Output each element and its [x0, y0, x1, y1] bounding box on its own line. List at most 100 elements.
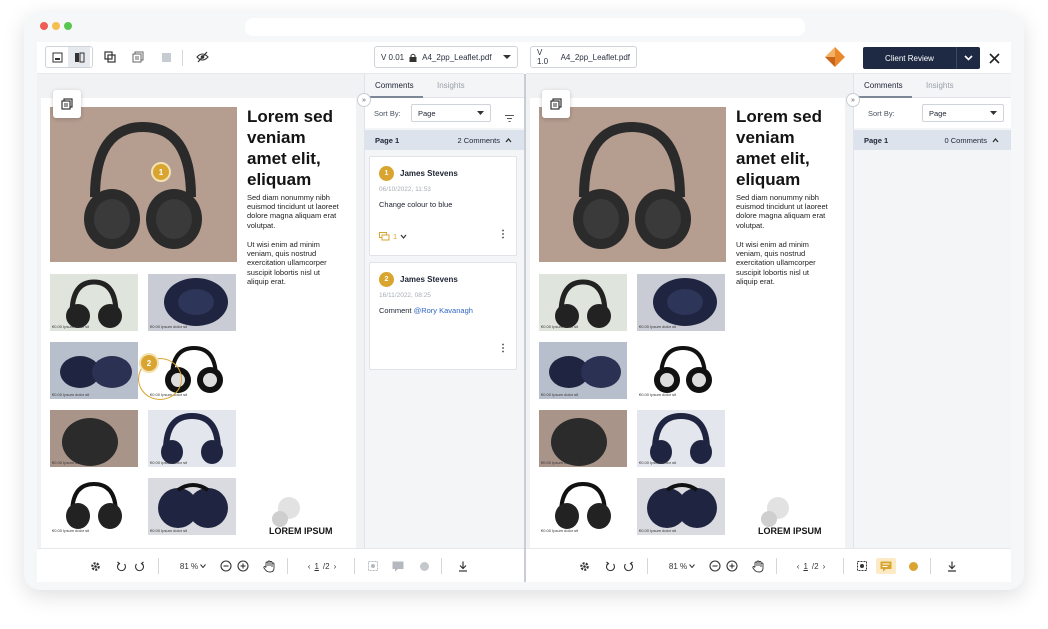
chevron-down-icon [200, 564, 206, 568]
replies-toggle[interactable]: 1 [379, 232, 407, 241]
rotate-right-icon[interactable] [620, 558, 636, 574]
more-options-icon[interactable]: ⋮ [498, 229, 508, 240]
product-caption: €0.00 Ipsum dolor sit [52, 460, 90, 465]
color-dot-icon[interactable] [416, 558, 432, 574]
page-navigator[interactable]: ‹ 1 /2 › [300, 558, 344, 574]
tab-insights[interactable]: Insights [437, 81, 465, 90]
left-document-viewport[interactable]: 1 Lorem sed veniam amet elit, eliquam Se… [37, 74, 364, 548]
comment-marker-badge: 1 [379, 166, 394, 181]
left-file-selector[interactable]: V 0.01 A4_2pp_Leaflet.pdf [374, 46, 518, 68]
tab-comments[interactable]: Comments [864, 81, 903, 90]
current-page[interactable]: 1 [314, 562, 318, 571]
select-area-icon[interactable] [854, 558, 870, 574]
right-file-selector[interactable]: V 1.0 A4_2pp_Leaflet.pdf [530, 46, 637, 68]
brand-logo-icon [824, 46, 846, 73]
chevron-down-icon [990, 111, 997, 115]
select-area-icon[interactable] [365, 558, 381, 574]
document-title: Lorem sed veniam amet elit, eliquam [247, 107, 333, 189]
left-document-page: 1 Lorem sed veniam amet elit, eliquam Se… [41, 98, 356, 548]
sort-select[interactable]: Page [922, 104, 1004, 122]
settings-icon[interactable] [87, 558, 103, 574]
zoom-in-icon[interactable] [236, 558, 250, 574]
comment-marker-1[interactable]: 1 [151, 162, 171, 182]
client-review-button[interactable]: Client Review [863, 47, 980, 69]
current-page[interactable]: 1 [803, 562, 807, 571]
product-thumb: €0.00 Ipsum dolor sit [637, 342, 725, 399]
page-group-label: Page 1 [375, 136, 400, 145]
product-thumb: €0.00 Ipsum dolor sit [50, 274, 138, 331]
prev-page-icon[interactable]: ‹ [797, 562, 800, 571]
prev-page-icon[interactable]: ‹ [308, 562, 311, 571]
left-comments-panel: Comments Insights Sort By: Page Page 1 2… [364, 74, 524, 548]
comment-text: Comment @Rory Kavanagh [379, 306, 473, 315]
logo-text: LOREM IPSUM [269, 526, 333, 536]
product-thumb: €0.00 Ipsum dolor sit [637, 410, 725, 467]
overlay-compare-icon[interactable] [99, 47, 121, 67]
tab-insights[interactable]: Insights [926, 81, 954, 90]
comment-tool-icon[interactable] [876, 558, 896, 574]
comment-card[interactable]: 1 James Stevens 06/10/2022, 11:53 Change… [369, 156, 517, 256]
close-icon[interactable] [989, 51, 1000, 69]
next-page-icon[interactable]: › [334, 562, 337, 571]
product-caption: €0.00 Ipsum dolor sit [150, 324, 188, 329]
single-view-icon[interactable] [46, 47, 68, 67]
zoom-select[interactable]: 81 % [666, 558, 698, 574]
address-bar[interactable] [245, 18, 805, 36]
zoom-out-icon[interactable] [708, 558, 722, 574]
close-dot[interactable] [40, 22, 48, 30]
hero-photo [50, 107, 237, 262]
thumbnails-icon[interactable] [542, 90, 570, 118]
more-options-icon[interactable]: ⋮ [498, 343, 508, 354]
rotate-right-icon[interactable] [131, 558, 147, 574]
right-document-viewport[interactable]: Lorem sed veniam amet elit, eliquam Sed … [526, 74, 853, 548]
collapse-panel-icon[interactable]: » [846, 93, 860, 107]
pan-hand-icon[interactable] [750, 558, 766, 574]
comment-tool-icon[interactable] [390, 558, 406, 574]
right-bottom-toolbar: 81 % ‹ 1 /2 › [526, 548, 1011, 582]
left-panel-tabs: Comments Insights [365, 74, 524, 98]
split-view-icon[interactable] [68, 47, 90, 67]
client-review-label: Client Review [885, 53, 934, 63]
zoom-out-icon[interactable] [219, 558, 233, 574]
page-group-header[interactable]: Page 1 0 Comments [854, 130, 1011, 150]
download-icon[interactable] [455, 558, 471, 574]
comment-date: 06/10/2022, 11:53 [379, 186, 431, 193]
maximize-dot[interactable] [64, 22, 72, 30]
rotate-left-icon[interactable] [113, 558, 129, 574]
next-page-icon[interactable]: › [823, 562, 826, 571]
document-paragraph-1: Sed diam nonummy nibh euismod tincidunt … [736, 193, 828, 230]
product-caption: €0.00 Ipsum dolor sit [150, 460, 188, 465]
filter-icon[interactable] [505, 109, 514, 127]
settings-icon[interactable] [576, 558, 592, 574]
product-thumb: €0.00 Ipsum dolor sit [539, 342, 627, 399]
product-caption: €0.00 Ipsum dolor sit [541, 460, 579, 465]
sort-row: Sort By: Page [854, 98, 1011, 128]
color-dot-icon[interactable] [905, 558, 921, 574]
zoom-in-icon[interactable] [725, 558, 739, 574]
collapse-panel-icon[interactable]: » [357, 93, 371, 107]
pan-hand-icon[interactable] [261, 558, 277, 574]
comment-marker-badge: 2 [379, 272, 394, 287]
mention-link[interactable]: @Rory Kavanagh [414, 306, 473, 315]
zoom-select[interactable]: 81 % [177, 558, 209, 574]
product-thumb: €0.00 Ipsum dolor sit [539, 410, 627, 467]
rotate-left-icon[interactable] [602, 558, 618, 574]
hide-annotations-icon[interactable] [191, 47, 213, 67]
comment-marker-2[interactable]: 2 [139, 353, 159, 373]
layers-icon[interactable] [127, 47, 149, 67]
thumbnails-icon[interactable] [53, 90, 81, 118]
document-title: Lorem sed veniam amet elit, eliquam [736, 107, 822, 189]
comment-card[interactable]: 2 James Stevens 16/11/2022, 08:25 Commen… [369, 262, 517, 370]
minimize-dot[interactable] [52, 22, 60, 30]
lock-icon [409, 53, 417, 62]
download-icon[interactable] [944, 558, 960, 574]
page-group-header[interactable]: Page 1 2 Comments [365, 130, 524, 150]
comment-author: James Stevens [400, 169, 458, 178]
total-pages: /2 [811, 561, 819, 571]
comment-author: James Stevens [400, 275, 458, 284]
stop-icon[interactable] [155, 47, 177, 67]
tab-comments[interactable]: Comments [375, 81, 414, 90]
sort-select[interactable]: Page [411, 104, 491, 122]
page-navigator[interactable]: ‹ 1 /2 › [789, 558, 833, 574]
product-caption: €0.00 Ipsum dolor sit [541, 324, 579, 329]
